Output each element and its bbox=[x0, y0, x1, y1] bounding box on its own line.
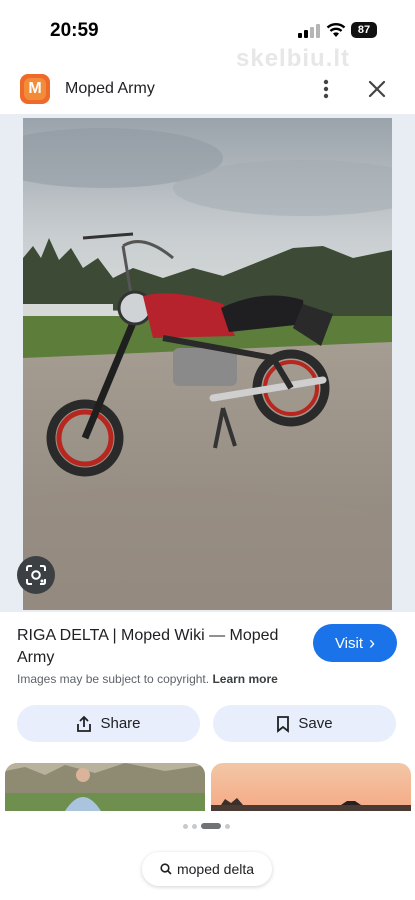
wifi-icon bbox=[326, 23, 346, 37]
search-icon bbox=[160, 863, 172, 875]
image-preview-panel bbox=[0, 114, 415, 612]
status-bar: 20:59 87 skelbiu.lt bbox=[0, 0, 415, 72]
carousel-indicator bbox=[183, 822, 230, 830]
bookmark-icon bbox=[277, 715, 290, 733]
carousel-dot bbox=[192, 823, 197, 829]
close-icon[interactable] bbox=[366, 78, 388, 100]
battery-indicator: 87 bbox=[351, 22, 377, 38]
chevron-right-icon: › bbox=[369, 632, 376, 653]
site-logo: M bbox=[20, 74, 50, 104]
save-button[interactable]: Save bbox=[213, 705, 396, 742]
result-title[interactable]: RIGA DELTA | Moped Wiki — Moped Army bbox=[17, 625, 287, 669]
lens-icon bbox=[26, 565, 46, 585]
copyright-notice: Images may be subject to copyright. Lear… bbox=[17, 672, 278, 686]
share-label: Share bbox=[100, 715, 141, 732]
signal-icon bbox=[298, 24, 320, 38]
source-header: M Moped Army bbox=[0, 66, 415, 112]
share-button[interactable]: Share bbox=[17, 705, 200, 742]
visit-button[interactable]: Visit › bbox=[313, 624, 397, 662]
search-query: moped delta bbox=[176, 861, 255, 877]
related-image-2[interactable] bbox=[211, 763, 411, 811]
copyright-text: Images may be subject to copyright. bbox=[17, 672, 210, 686]
lens-button[interactable] bbox=[17, 556, 55, 594]
learn-more-link[interactable]: Learn more bbox=[212, 672, 277, 686]
related-image-1[interactable] bbox=[5, 763, 205, 811]
moped-photo[interactable] bbox=[23, 118, 392, 610]
related-image-1-photo bbox=[5, 763, 205, 811]
site-logo-letter: M bbox=[24, 78, 46, 100]
visit-label: Visit bbox=[334, 634, 364, 652]
carousel-dot bbox=[225, 823, 230, 829]
related-image-2-photo bbox=[211, 763, 411, 811]
save-label: Save bbox=[298, 715, 333, 732]
carousel-dot bbox=[183, 823, 188, 829]
share-icon bbox=[77, 715, 92, 732]
site-name: Moped Army bbox=[65, 80, 155, 97]
more-vert-icon[interactable] bbox=[314, 76, 338, 102]
status-time: 20:59 bbox=[50, 20, 99, 41]
search-query-chip[interactable]: moped delta bbox=[142, 852, 272, 886]
carousel-dot-active bbox=[201, 823, 221, 829]
